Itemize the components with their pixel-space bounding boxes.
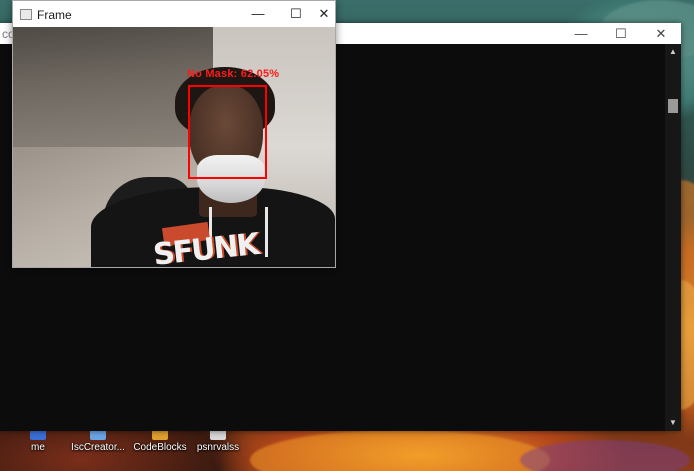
window-app-icon (20, 9, 32, 20)
desktop-icon-label: psnrvalss (196, 442, 240, 453)
frame-window[interactable]: Frame — ☐ ✕ SFUNK No Mask: 62.05% (12, 0, 336, 268)
face-detection-box (188, 85, 267, 179)
detection-label: No Mask: 62.05% (187, 68, 280, 80)
console-scrollbar[interactable]: ▲ ▼ (665, 44, 681, 431)
wallpaper-detail (250, 430, 550, 471)
console-minimize-button[interactable]: — (561, 23, 601, 44)
desktop-icon-label: IscCreator... (71, 442, 125, 453)
frame-minimize-button[interactable]: — (239, 1, 277, 27)
frame-close-button[interactable]: ✕ (312, 1, 336, 27)
wallpaper-detail (520, 440, 690, 471)
scroll-thumb[interactable] (668, 99, 678, 113)
frame-titlebar[interactable]: Frame — ☐ ✕ (13, 1, 335, 27)
scroll-down-arrow-icon[interactable]: ▼ (665, 415, 681, 431)
camera-viewport: SFUNK No Mask: 62.05% (13, 27, 335, 267)
desktop-icon-psnrvalss[interactable]: psnrvalss (186, 428, 250, 462)
desktop-icon-me[interactable]: me (6, 428, 70, 462)
scroll-up-arrow-icon[interactable]: ▲ (665, 44, 681, 60)
desktop-icon-codeblocks[interactable]: CodeBlocks (128, 428, 192, 462)
frame-title: Frame (37, 8, 72, 22)
frame-maximize-button[interactable]: ☐ (277, 1, 315, 27)
desktop-icon-label: CodeBlocks (133, 442, 187, 453)
desktop-icon-isccreator[interactable]: IscCreator... (66, 428, 130, 462)
desktop-icon-label: me (31, 442, 45, 453)
console-close-button[interactable]: ✕ (641, 23, 681, 44)
console-maximize-button[interactable]: ☐ (601, 23, 641, 44)
